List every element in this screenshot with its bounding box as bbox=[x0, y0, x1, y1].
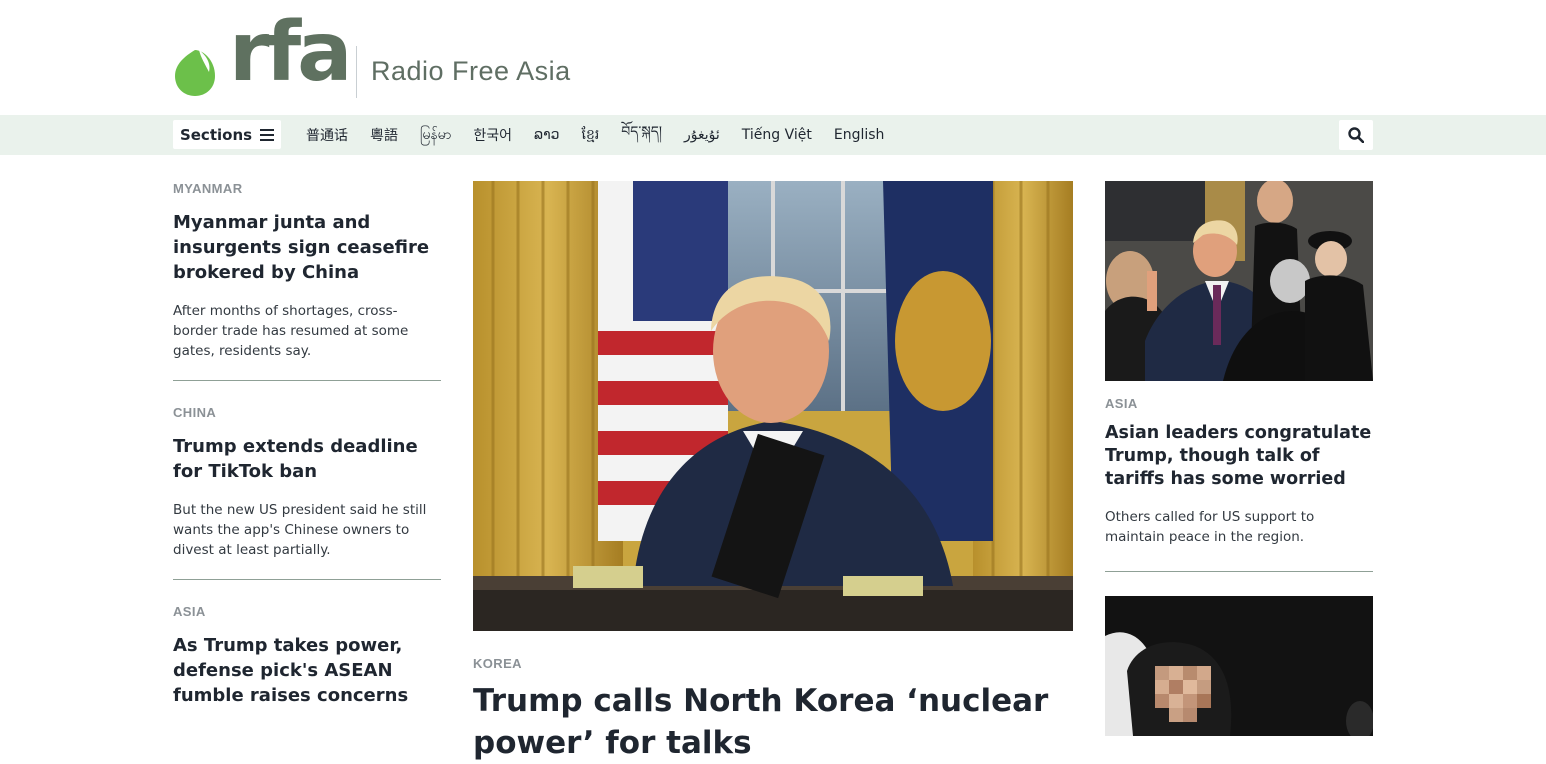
nav-bar: Sections 普通话 粵語 မြန်မာ 한국어 ລາວ ខ្មែរ བོད… bbox=[0, 115, 1546, 155]
story-card: CHINA Trump extends deadline for TikTok … bbox=[173, 405, 441, 579]
lang-link-korean[interactable]: 한국어 bbox=[473, 125, 512, 145]
story-divider bbox=[1105, 571, 1373, 572]
main-story-headline[interactable]: Trump calls North Korea ‘nuclear power’ … bbox=[473, 680, 1073, 764]
logo-text: rfa bbox=[229, 5, 352, 100]
story-kicker[interactable]: KOREA bbox=[473, 656, 1073, 671]
lang-link-lao[interactable]: ລາວ bbox=[534, 127, 560, 143]
story-kicker[interactable]: ASIA bbox=[173, 604, 441, 619]
story-headline[interactable]: As Trump takes power, defense pick's ASE… bbox=[173, 633, 441, 708]
left-story-column: MYANMAR Myanmar junta and insurgents sig… bbox=[173, 181, 441, 727]
lang-link-mandarin[interactable]: 普通话 bbox=[306, 125, 348, 145]
story-kicker[interactable]: MYANMAR bbox=[173, 181, 441, 196]
site-logo[interactable]: rfa bbox=[173, 12, 352, 100]
story-divider bbox=[173, 579, 441, 580]
story-summary: Others called for US support to maintain… bbox=[1105, 509, 1315, 545]
right-story-column: ASIA Asian leaders congratulate Trump, t… bbox=[1105, 181, 1373, 736]
logo-drop-icon bbox=[175, 50, 215, 96]
story-headline[interactable]: Trump extends deadline for TikTok ban bbox=[173, 434, 441, 484]
sections-button[interactable]: Sections bbox=[173, 120, 281, 149]
story-kicker[interactable]: CHINA bbox=[173, 405, 441, 420]
story-photo[interactable] bbox=[1105, 181, 1373, 381]
search-icon bbox=[1348, 127, 1364, 143]
story-summary: But the new US president said he still w… bbox=[173, 502, 427, 558]
lang-link-vietnamese[interactable]: Tiếng Việt bbox=[742, 127, 812, 143]
logo-divider bbox=[356, 46, 357, 98]
lang-link-english[interactable]: English bbox=[834, 127, 885, 143]
story-headline[interactable]: Myanmar junta and insurgents sign ceasef… bbox=[173, 210, 441, 285]
site-tagline: Radio Free Asia bbox=[371, 56, 571, 86]
lang-link-tibetan[interactable]: བོད་སྐད། bbox=[621, 115, 662, 155]
search-button[interactable] bbox=[1339, 120, 1373, 150]
story-card: MYANMAR Myanmar junta and insurgents sig… bbox=[173, 181, 441, 380]
story-photo[interactable] bbox=[1105, 596, 1373, 736]
lang-link-cantonese[interactable]: 粵語 bbox=[370, 125, 398, 145]
logo-mark: rfa bbox=[173, 12, 352, 100]
language-menu: 普通话 粵語 မြန်မာ 한국어 ລາວ ខ្មែរ བོད་སྐད། ئۇي… bbox=[306, 115, 906, 155]
lang-link-khmer[interactable]: ខ្មែរ bbox=[582, 125, 600, 146]
lang-link-uyghur[interactable]: ئۇيغۇر bbox=[684, 127, 720, 143]
main-story: KOREA Trump calls North Korea ‘nuclear p… bbox=[473, 181, 1073, 764]
hamburger-icon bbox=[260, 128, 275, 141]
main-story-photo[interactable] bbox=[473, 181, 1073, 631]
story-card: ASIA As Trump takes power, defense pick'… bbox=[173, 604, 441, 727]
story-divider bbox=[173, 380, 441, 381]
sections-label: Sections bbox=[179, 125, 253, 144]
lang-link-burmese[interactable]: မြန်မာ bbox=[420, 125, 451, 146]
story-kicker[interactable]: ASIA bbox=[1105, 396, 1373, 411]
story-summary: After months of shortages, cross-border … bbox=[173, 303, 409, 359]
story-headline[interactable]: Asian leaders congratulate Trump, though… bbox=[1105, 422, 1373, 491]
